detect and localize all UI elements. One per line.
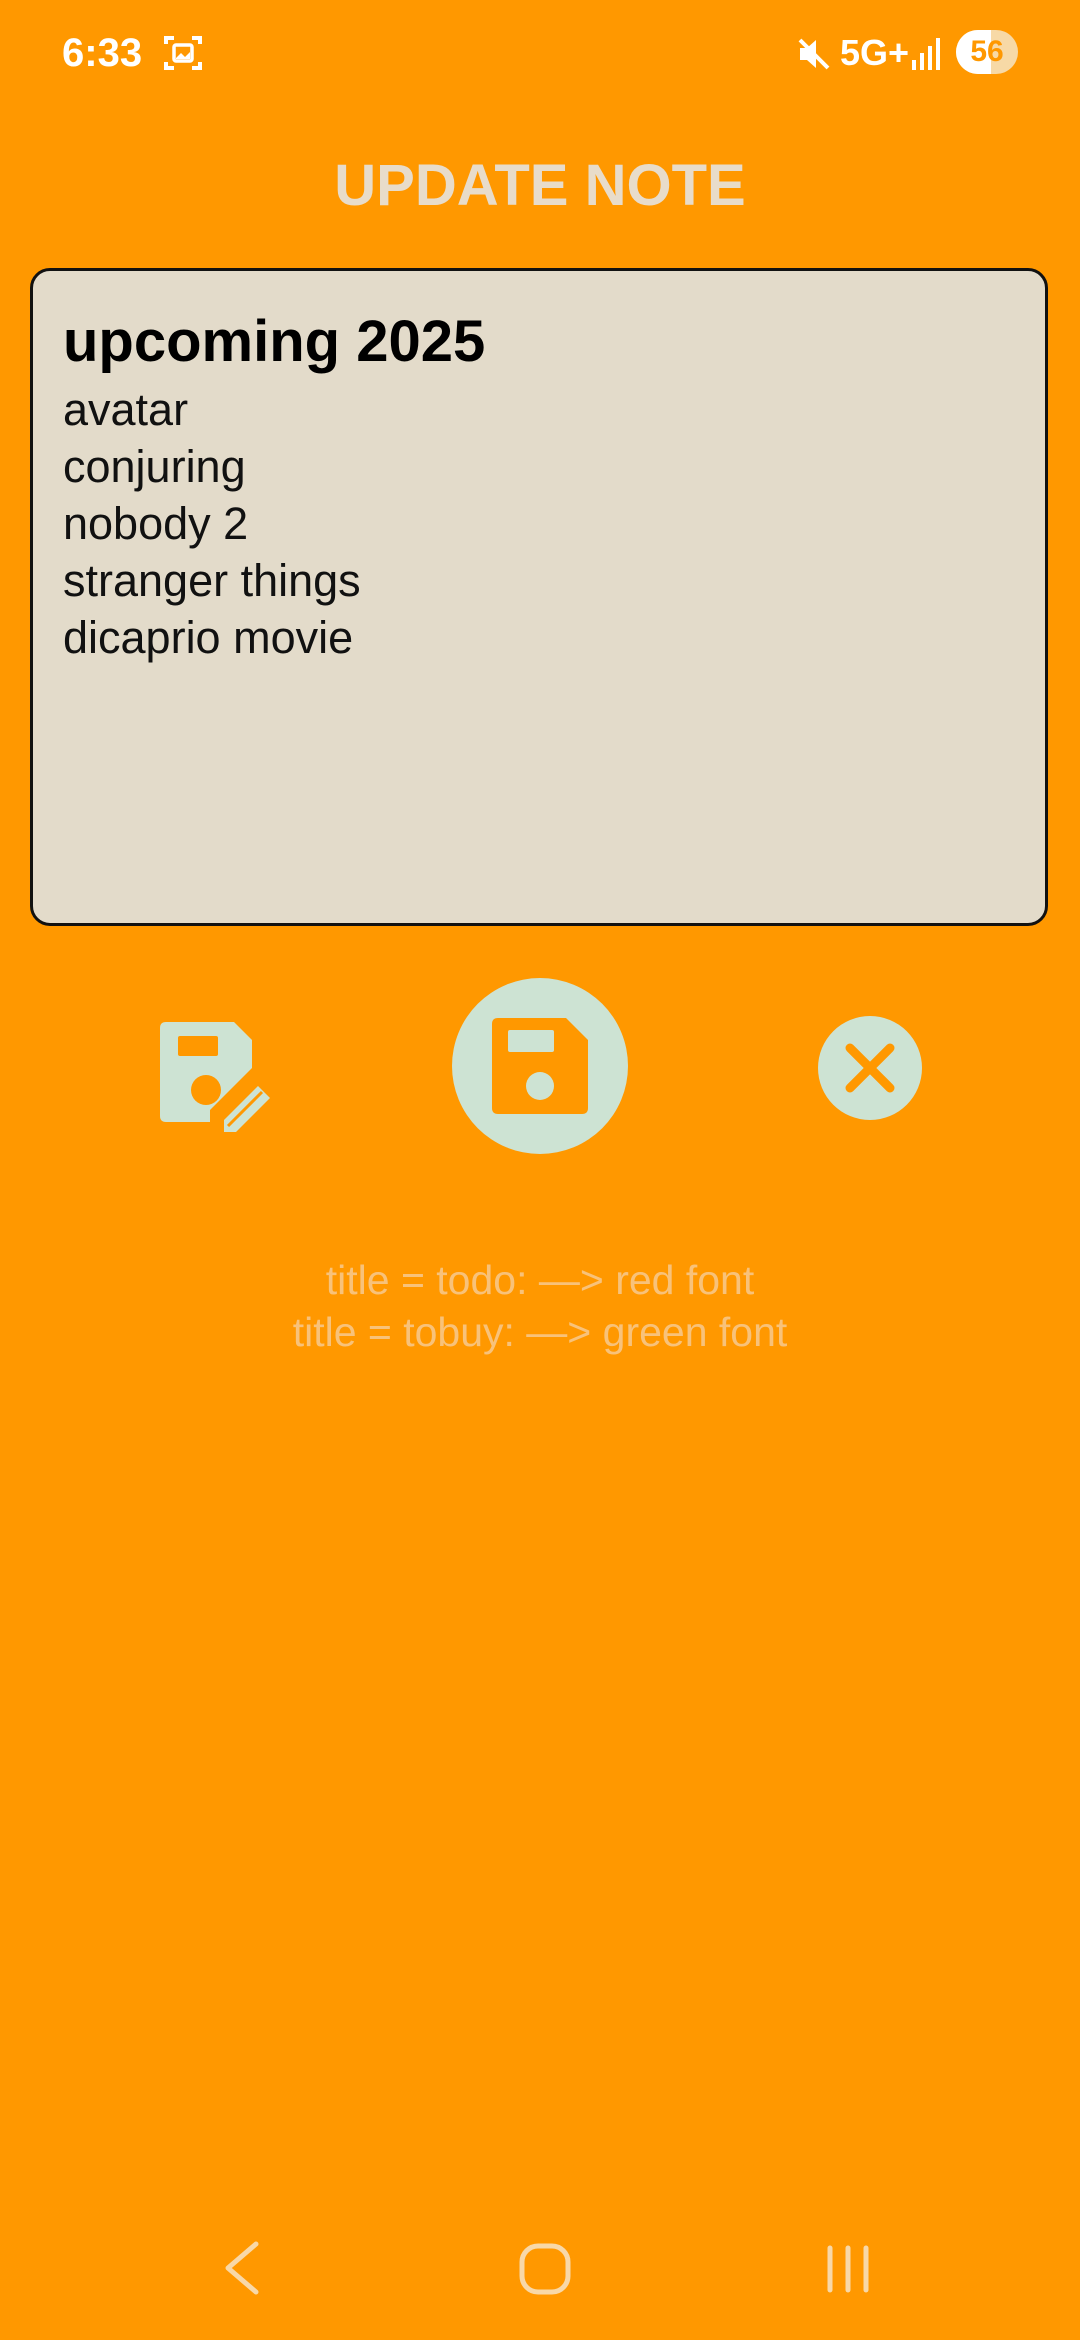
edit-save-button[interactable] xyxy=(158,1016,274,1134)
page-title: UPDATE NOTE xyxy=(334,153,746,218)
note-line: dicaprio movie xyxy=(63,612,354,663)
note-title-field[interactable]: upcoming 2025 xyxy=(63,307,485,377)
edit-save-icon xyxy=(160,1022,270,1132)
note-line: conjuring xyxy=(63,441,246,492)
screenshot-icon xyxy=(164,36,202,70)
note-body-field[interactable]: avatar conjuring nobody 2 stranger thing… xyxy=(63,381,361,666)
note-line: avatar xyxy=(63,384,189,435)
hint-tobuy: title = tobuy: —> green font xyxy=(292,1309,788,1355)
save-icon xyxy=(492,1018,588,1114)
note-line: nobody 2 xyxy=(63,498,249,549)
hint-todo: title = todo: —> red font xyxy=(325,1257,755,1303)
status-bar: 6:33 5G+ 56 xyxy=(0,0,1080,104)
battery-icon: 56 xyxy=(956,30,1018,74)
note-line: stranger things xyxy=(63,555,361,606)
status-time: 6:33 xyxy=(62,31,143,75)
battery-level: 56 xyxy=(970,35,1004,68)
back-icon[interactable] xyxy=(220,2240,264,2296)
close-icon xyxy=(845,1043,895,1093)
signal-icon xyxy=(912,38,940,70)
close-button[interactable] xyxy=(818,1016,922,1120)
save-button[interactable] xyxy=(452,978,628,1154)
mute-icon xyxy=(798,38,830,70)
network-label: 5G+ xyxy=(840,32,910,73)
recents-icon[interactable] xyxy=(824,2244,872,2294)
home-icon[interactable] xyxy=(518,2242,572,2296)
note-editor[interactable]: upcoming 2025 avatar conjuring nobody 2 … xyxy=(30,268,1048,926)
